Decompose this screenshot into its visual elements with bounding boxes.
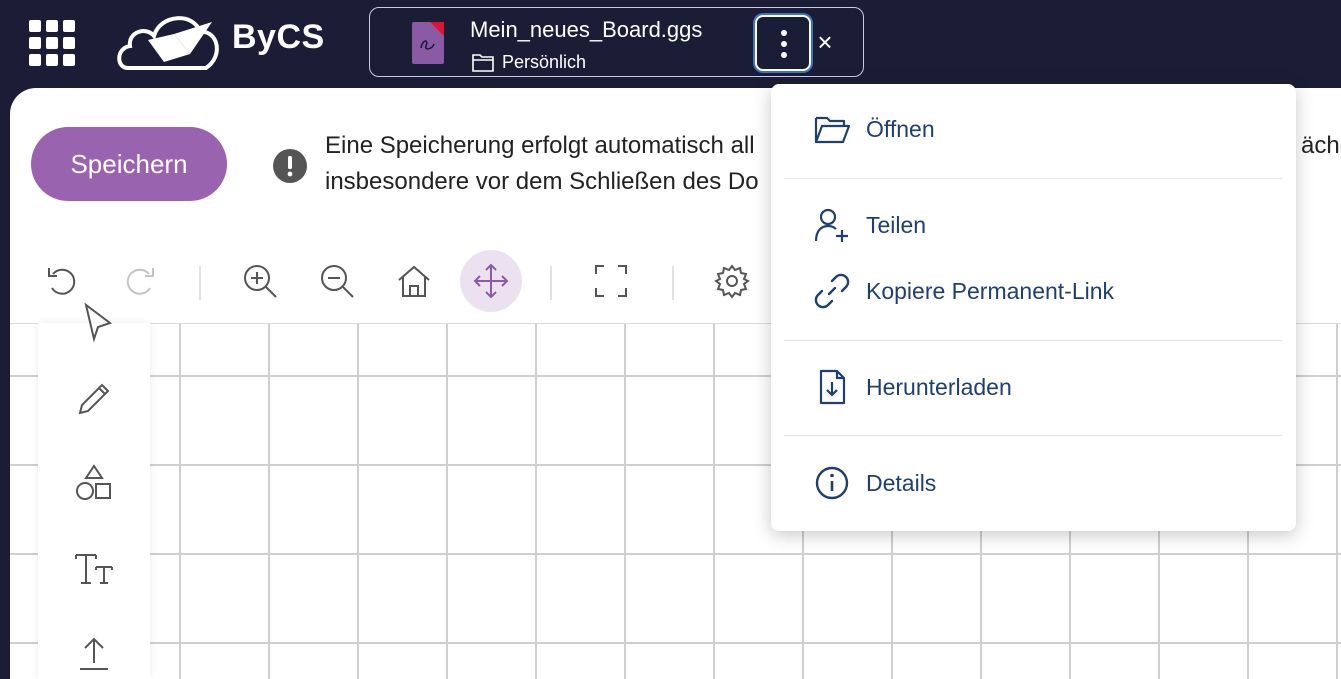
folder-open-icon <box>814 116 851 144</box>
menu-label-copy-link: Kopiere Permanent-Link <box>866 277 1115 304</box>
board-file-icon <box>412 22 444 64</box>
notice-line1-tail: äche <box>1301 132 1341 159</box>
open-file-tab[interactable]: Mein_neues_Board.ggs Persönlich × <box>369 7 864 77</box>
menu-label-share: Teilen <box>866 211 927 238</box>
fullscreen-icon[interactable] <box>580 250 642 312</box>
app-launcher-icon[interactable] <box>29 20 75 66</box>
menu-item-share[interactable]: Teilen <box>771 197 1296 253</box>
zoom-out-icon[interactable] <box>306 250 368 312</box>
dot <box>781 30 787 36</box>
info-icon <box>815 466 849 500</box>
toolbar-divider <box>672 266 674 300</box>
toolbar-divider <box>199 266 201 300</box>
dot <box>781 41 787 47</box>
upload-icon[interactable] <box>66 625 122 679</box>
text-icon[interactable] <box>66 541 122 597</box>
menu-label-details: Details <box>866 469 937 496</box>
menu-item-copy-link[interactable]: Kopiere Permanent-Link <box>771 263 1296 319</box>
warning-icon <box>272 148 308 184</box>
shapes-icon[interactable] <box>66 456 122 512</box>
file-location: Persönlich <box>502 52 587 72</box>
menu-label-open: Öffnen <box>866 115 935 142</box>
notice-line1: Eine Speicherung erfolgt automatisch all <box>325 132 755 159</box>
menu-divider <box>784 178 1282 179</box>
file-options-menu: Öffnen Teilen Kopiere Permanent-Link Her… <box>771 84 1296 531</box>
dot <box>781 52 787 58</box>
settings-icon[interactable] <box>701 250 763 312</box>
file-name: Mein_neues_Board.ggs <box>470 17 703 42</box>
more-options-button[interactable] <box>755 15 811 71</box>
select-icon[interactable] <box>66 295 122 351</box>
add-user-icon <box>814 208 848 242</box>
toolbar-divider <box>550 266 552 300</box>
close-file-button[interactable]: × <box>813 28 837 56</box>
folder-icon <box>472 52 494 72</box>
save-button[interactable]: Speichern <box>31 127 227 201</box>
home-icon[interactable] <box>383 250 445 312</box>
menu-item-open[interactable]: Öffnen <box>771 101 1296 157</box>
menu-item-details[interactable]: Details <box>771 455 1296 511</box>
menu-item-download[interactable]: Herunterladen <box>771 359 1296 415</box>
link-icon <box>814 273 850 309</box>
pen-icon[interactable] <box>66 371 122 427</box>
menu-divider <box>784 340 1282 341</box>
side-toolbar <box>38 302 150 679</box>
menu-divider <box>784 435 1282 436</box>
zoom-in-icon[interactable] <box>229 250 291 312</box>
top-bar: ByCS Mein_neues_Board.ggs Persönlich × <box>0 0 1341 88</box>
logo-text: ByCS <box>232 18 325 56</box>
menu-label-download: Herunterladen <box>866 373 1012 400</box>
download-icon <box>819 369 846 405</box>
move-icon[interactable] <box>460 250 522 312</box>
